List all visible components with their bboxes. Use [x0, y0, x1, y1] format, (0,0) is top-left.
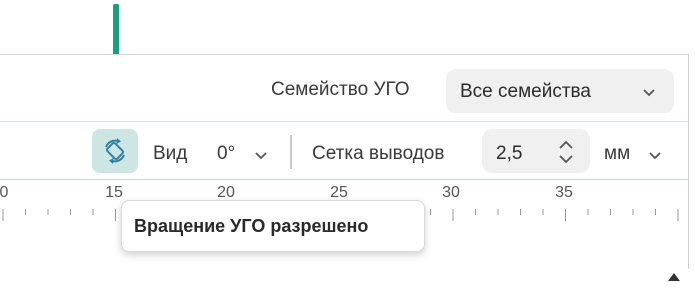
chevron-down-icon	[255, 152, 267, 160]
toolbar-divider	[290, 135, 292, 169]
rotate-icon	[105, 138, 125, 164]
tooltip-text: Вращение УГО разрешено	[134, 216, 369, 236]
pin-grid-label: Сетка выводов	[312, 143, 445, 164]
scroll-up-button[interactable]	[664, 267, 684, 287]
family-label: Семейство УГО	[271, 79, 410, 100]
family-select[interactable]: Все семейства	[446, 69, 674, 113]
scroll-up-icon	[668, 273, 680, 281]
pin-grid-stepper[interactable]: 2,5	[482, 129, 590, 173]
chevron-down-icon	[643, 89, 655, 97]
unit-value: мм	[604, 143, 631, 164]
ruler-tick-label: 0	[0, 184, 9, 201]
ruler-tick-label: 15	[105, 184, 123, 201]
view-toolbar: Вид 0° Сетка выводов 2,5 мм	[0, 121, 688, 179]
family-filter-row: Семейство УГО Все семейства	[0, 55, 688, 122]
chevron-down-icon	[649, 152, 661, 160]
ruler-tick-label: 30	[442, 184, 460, 201]
ruler-tick-label: 35	[555, 184, 573, 201]
family-select-value: Все семейства	[460, 81, 591, 102]
pin-grid-value: 2,5	[496, 143, 523, 164]
view-angle-dropdown[interactable]: 0°	[210, 135, 274, 169]
unit-dropdown[interactable]: мм	[598, 135, 670, 169]
view-angle-value: 0°	[217, 143, 236, 164]
rotate-toggle-button[interactable]	[92, 129, 138, 173]
view-label: Вид	[153, 143, 188, 164]
rotation-tooltip: Вращение УГО разрешено	[121, 200, 425, 252]
stepper-up-down-icon[interactable]	[556, 139, 576, 165]
